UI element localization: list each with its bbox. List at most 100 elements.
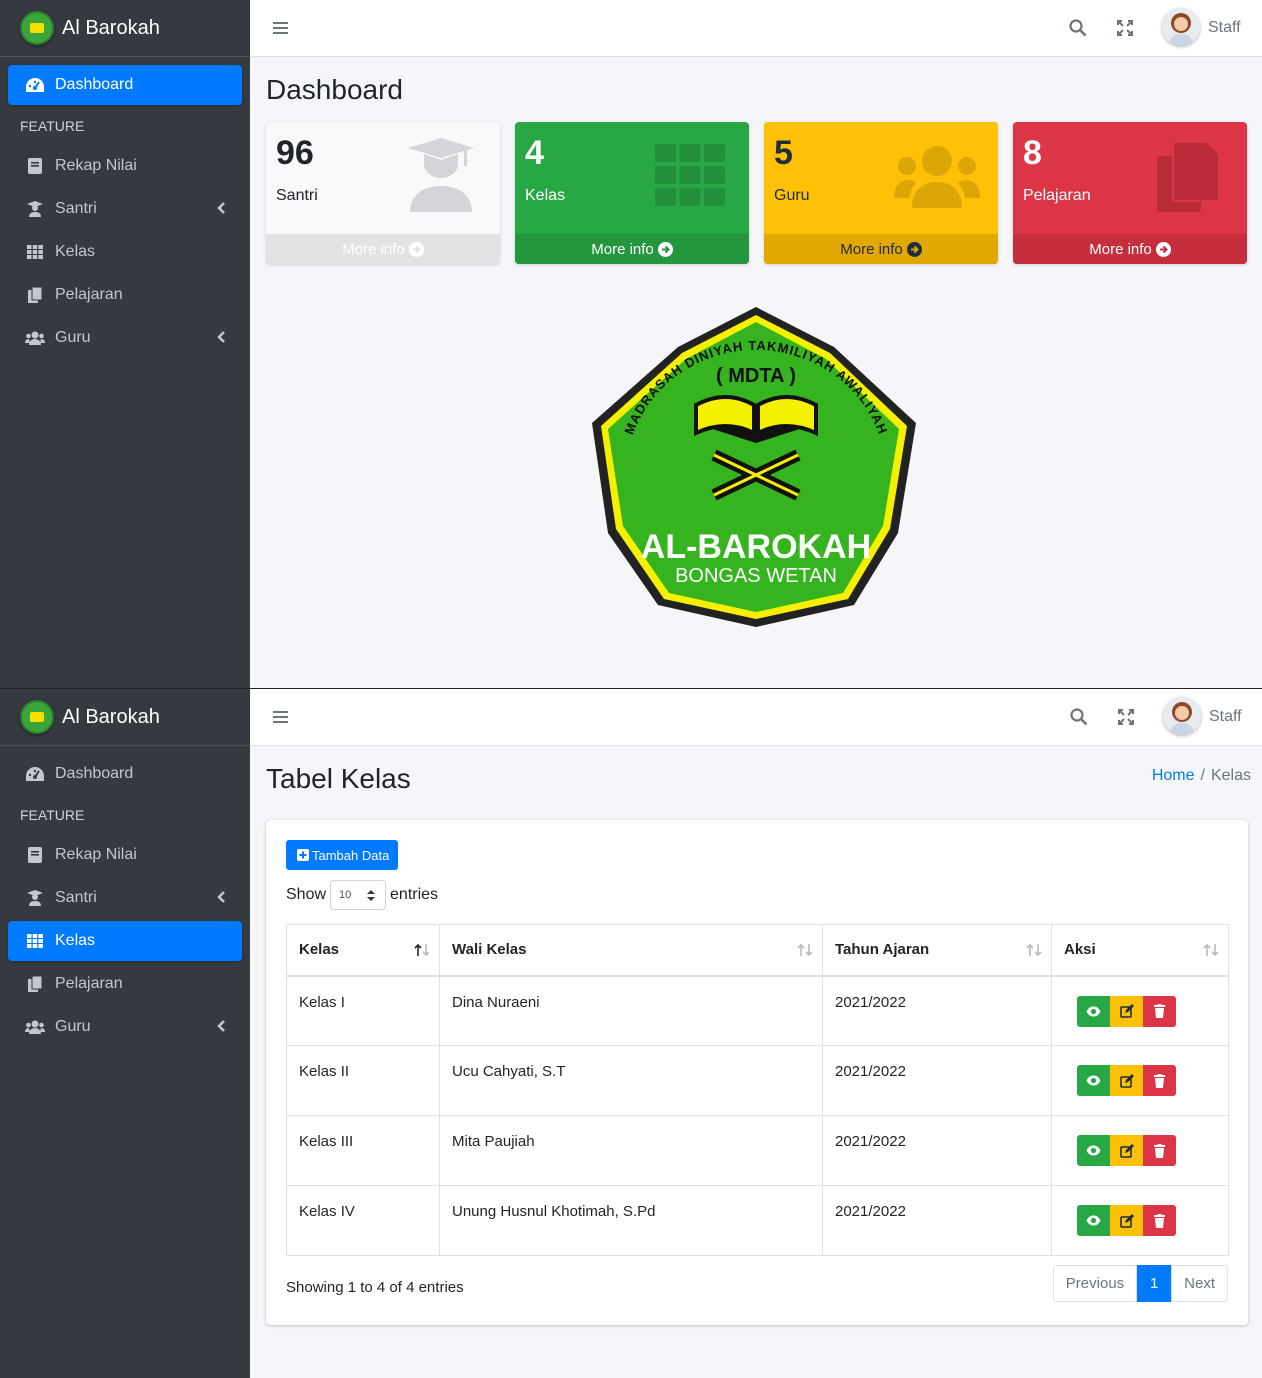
table-header-row: Kelas Wali Kelas Tahun Ajaran Aksi	[286, 924, 1229, 977]
column-header-kelas[interactable]: Kelas	[286, 924, 440, 977]
sidebar-item-rekap-nilai[interactable]: Rekap Nilai	[8, 835, 242, 875]
sidebar-item-label: Dashboard	[55, 765, 134, 782]
add-data-button[interactable]: Tambah Data	[286, 840, 399, 870]
more-info-link[interactable]: More info	[764, 234, 998, 264]
pagination-page-current[interactable]: 1	[1137, 1265, 1172, 1302]
breadcrumb-home[interactable]: Home	[1152, 767, 1195, 784]
view-button[interactable]	[1077, 1205, 1110, 1236]
edit-button[interactable]	[1110, 1065, 1143, 1096]
sort-asc-icon	[414, 943, 430, 957]
cell-wali-kelas: Ucu Cahyati, S.T	[439, 1045, 823, 1116]
action-group	[1077, 1135, 1216, 1166]
sidebar-item-label: Kelas	[55, 243, 96, 260]
users-icon	[24, 1018, 46, 1036]
sidebar-item-kelas[interactable]: Kelas	[8, 921, 242, 961]
column-header-label: Wali Kelas	[452, 941, 527, 959]
chevron-left-icon	[217, 891, 225, 903]
column-header-tahun-ajaran[interactable]: Tahun Ajaran	[822, 924, 1052, 977]
sidebar-item-label: Kelas	[55, 932, 96, 949]
brand-link[interactable]: Al Barokah	[0, 689, 250, 746]
sidebar-item-santri[interactable]: Santri	[8, 878, 242, 918]
user-avatar[interactable]	[1162, 8, 1200, 46]
delete-button[interactable]	[1143, 1065, 1176, 1096]
entries-length-control: Show 10 entries	[286, 880, 438, 910]
edit-button[interactable]	[1110, 1205, 1143, 1236]
view-button[interactable]	[1077, 1065, 1110, 1096]
sidebar-item-pelajaran[interactable]: Pelajaran	[8, 964, 242, 1004]
cell-wali-kelas: Unung Husnul Khotimah, S.Pd	[439, 1185, 823, 1256]
table-row: Kelas IV Unung Husnul Khotimah, S.Pd 2021/…	[286, 1185, 1229, 1256]
fullscreen-icon[interactable]	[1117, 708, 1135, 726]
sort-icon	[797, 943, 813, 957]
edit-icon	[1119, 1213, 1134, 1228]
cell-tahun-ajaran: 2021/2022	[822, 975, 1052, 1046]
view-button[interactable]	[1077, 995, 1110, 1027]
breadcrumb: Home / Kelas	[1152, 767, 1251, 785]
pagination-previous[interactable]: Previous	[1052, 1265, 1138, 1302]
hamburger-icon[interactable]	[273, 21, 288, 35]
sidebar-item-santri[interactable]: Santri	[8, 189, 242, 229]
delete-button[interactable]	[1143, 1135, 1176, 1166]
sidebar-item-dashboard[interactable]: Dashboard	[8, 65, 242, 105]
entries-select[interactable]: 10	[330, 880, 387, 910]
edit-icon	[1119, 1004, 1134, 1018]
sidebar-item-label: Santri	[55, 889, 97, 906]
sidebar-item-label: Dashboard	[55, 76, 134, 93]
sidebar-item-kelas[interactable]: Kelas	[8, 232, 242, 272]
dashboard-content: Dashboard 96 Santri More info 4 Kelas Mo…	[250, 57, 1262, 689]
fullscreen-icon[interactable]	[1116, 19, 1134, 37]
table-row: Kelas I Dina Nuraeni 2021/2022	[286, 975, 1229, 1046]
more-info-label: More info	[342, 240, 405, 258]
sort-caret-icon	[367, 890, 376, 901]
top-navbar: Staff	[250, 689, 1262, 746]
stat-label: Pelajaran	[1023, 187, 1091, 204]
more-info-link[interactable]: More info	[266, 234, 500, 264]
logo-place: BONGAS WETAN	[675, 565, 837, 587]
delete-button[interactable]	[1143, 995, 1176, 1027]
more-info-link[interactable]: More info	[515, 234, 749, 264]
brand-logo	[20, 700, 54, 734]
stat-value: 4	[525, 134, 544, 172]
logo-abbr: ( MDTA )	[716, 365, 796, 387]
sidebar-item-rekap-nilai[interactable]: Rekap Nilai	[8, 146, 242, 186]
arrow-circle-right-icon	[408, 241, 424, 257]
column-header-aksi[interactable]: Aksi	[1051, 924, 1229, 977]
hamburger-icon[interactable]	[273, 710, 288, 724]
action-group	[1077, 1065, 1216, 1096]
brand-text: Al Barokah	[62, 16, 160, 39]
pagination: Previous 1 Next	[1052, 1265, 1228, 1302]
delete-button[interactable]	[1143, 1205, 1176, 1236]
entries-select-value: 10	[339, 889, 352, 901]
graduate-icon	[24, 889, 46, 907]
search-icon[interactable]	[1069, 19, 1087, 37]
sidebar-item-pelajaran[interactable]: Pelajaran	[8, 275, 242, 315]
edit-button[interactable]	[1110, 995, 1143, 1027]
brand-link[interactable]: Al Barokah	[0, 0, 250, 57]
pagination-next[interactable]: Next	[1171, 1265, 1228, 1302]
view-button[interactable]	[1077, 1135, 1110, 1166]
search-icon[interactable]	[1070, 708, 1088, 726]
top-navbar: Staff	[250, 0, 1262, 57]
copy-icon	[24, 286, 46, 304]
user-avatar[interactable]	[1163, 697, 1201, 735]
cell-kelas: Kelas IV	[286, 1185, 440, 1256]
more-info-link[interactable]: More info	[1013, 234, 1247, 264]
sidebar-item-dashboard[interactable]: Dashboard	[8, 754, 242, 794]
page-title: Tabel Kelas	[266, 763, 411, 794]
stat-box-santri: 96 Santri More info	[266, 122, 500, 264]
sidebar-item-guru[interactable]: Guru	[8, 1007, 242, 1047]
school-logo: MADRASAH DINIYAH TAKMILIYAH AWALIYAH ( M…	[586, 305, 926, 630]
column-header-wali-kelas[interactable]: Wali Kelas	[439, 924, 823, 977]
eye-icon	[1086, 1215, 1101, 1226]
kelas-card: Tambah Data Show 10 entries Kelas Wali K…	[266, 820, 1248, 1325]
brand-text: Al Barokah	[62, 705, 160, 728]
user-name[interactable]: Staff	[1209, 708, 1242, 726]
kelas-screen: Al Barokah Dashboard FEATURE Rekap Nilai…	[0, 689, 1262, 1378]
cell-wali-kelas: Mita Paujiah	[439, 1115, 823, 1186]
sidebar-item-guru[interactable]: Guru	[8, 318, 242, 358]
tachometer-icon	[24, 765, 46, 783]
edit-button[interactable]	[1110, 1135, 1143, 1166]
users-icon	[894, 146, 980, 208]
user-name[interactable]: Staff	[1208, 19, 1241, 37]
action-group	[1077, 1205, 1216, 1236]
